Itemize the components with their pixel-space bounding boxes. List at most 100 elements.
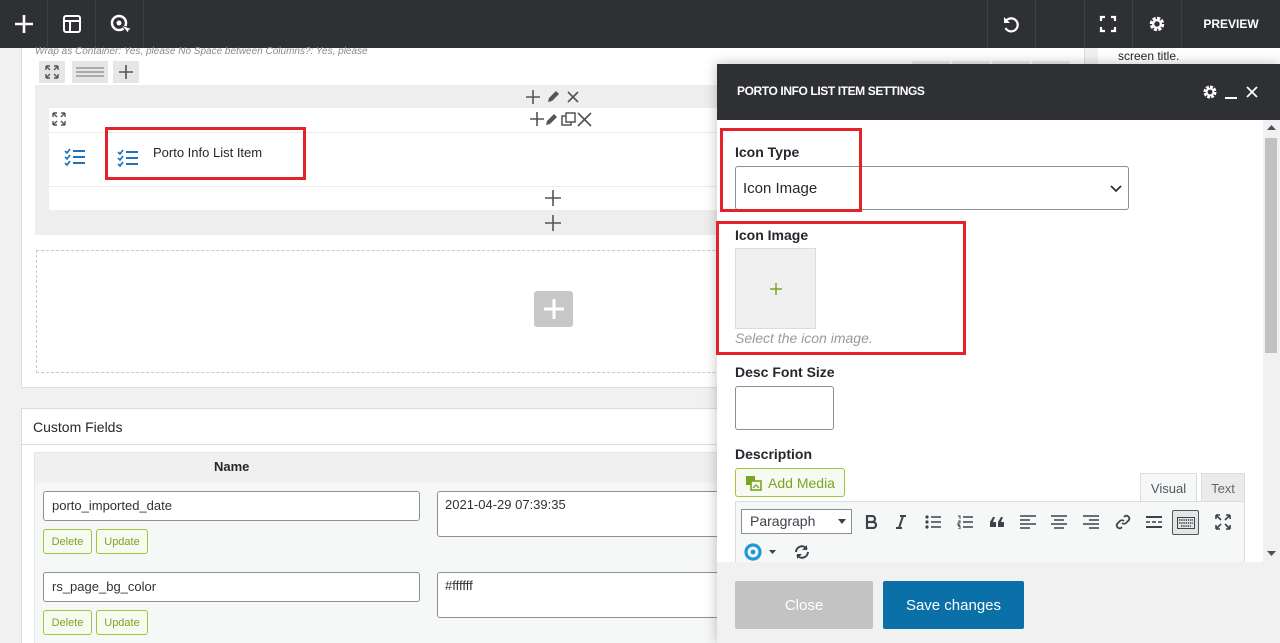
italic-button[interactable] <box>891 512 911 532</box>
scroll-up-icon[interactable] <box>1267 124 1276 130</box>
plus-icon[interactable] <box>526 90 540 104</box>
refresh-icon <box>795 545 809 559</box>
move-icon <box>45 65 59 79</box>
name-column-header: Name <box>214 459 250 474</box>
modal-settings-button[interactable] <box>1201 83 1219 101</box>
modal-title: PORTO INFO LIST ITEM SETTINGS <box>737 84 925 98</box>
tab-text[interactable]: Text <box>1201 473 1245 502</box>
column-controls <box>530 111 594 127</box>
numbered-list-button[interactable] <box>955 512 975 532</box>
bullet-list-button[interactable] <box>923 512 943 532</box>
keyboard-icon <box>1176 516 1195 529</box>
toolbar-toggle-button[interactable] <box>1172 510 1199 535</box>
add-media-button[interactable]: Add Media <box>735 468 845 497</box>
custom-field-value-input[interactable]: 2021-04-29 07:39:35 <box>437 491 737 537</box>
fullscreen-button[interactable] <box>1084 0 1132 48</box>
search-cursor-icon <box>110 14 131 34</box>
insert-link-button[interactable] <box>1113 512 1133 532</box>
format-select-value: Paragraph <box>750 513 816 529</box>
row-move-handle[interactable] <box>39 61 65 83</box>
custom-fields-title: Custom Fields <box>33 419 123 435</box>
plus-icon <box>15 15 33 33</box>
bold-button[interactable] <box>861 512 881 532</box>
minimize-button[interactable] <box>1225 85 1237 99</box>
undo-icon <box>1004 17 1019 33</box>
quote-icon <box>990 517 1004 527</box>
modal-close-button[interactable] <box>1246 86 1258 98</box>
column-move-handle[interactable] <box>52 112 66 126</box>
highlight-box <box>720 128 862 212</box>
update-button[interactable]: Update <box>96 529 148 554</box>
templates-button[interactable] <box>48 0 96 48</box>
refresh-button[interactable] <box>793 544 811 560</box>
caret-down-icon <box>838 519 846 524</box>
plus-icon <box>545 215 561 231</box>
modal-header: PORTO INFO LIST ITEM SETTINGS <box>717 64 1280 120</box>
align-left-button[interactable] <box>1018 512 1038 532</box>
delete-button[interactable]: Delete <box>43 610 92 635</box>
close-icon[interactable] <box>577 112 592 127</box>
align-center-icon <box>1051 515 1067 529</box>
plus-icon <box>543 299 564 319</box>
copy-icon[interactable] <box>561 112 576 126</box>
desc-font-size-label: Desc Font Size <box>735 364 835 380</box>
add-section-button[interactable] <box>534 291 573 327</box>
bold-icon <box>865 515 877 529</box>
align-right-button[interactable] <box>1081 512 1101 532</box>
save-changes-button[interactable]: Save changes <box>883 581 1024 629</box>
row-add-button[interactable] <box>113 61 139 83</box>
custom-field-value-input[interactable]: #ffffff <box>437 572 737 618</box>
minimize-icon <box>1225 97 1237 99</box>
seo-button[interactable] <box>96 0 144 48</box>
media-icon <box>746 475 762 491</box>
bullet-list-icon <box>925 515 941 529</box>
desc-font-size-input[interactable] <box>735 386 834 430</box>
scroll-down-icon[interactable] <box>1267 551 1276 557</box>
plus-icon <box>545 190 561 206</box>
screen-title-text: screen title. <box>1118 49 1180 63</box>
modal-scrollbar[interactable] <box>1263 120 1280 562</box>
chevron-down-icon <box>1110 185 1122 193</box>
pencil-icon[interactable] <box>548 91 559 102</box>
align-left-icon <box>1020 515 1036 529</box>
description-label: Description <box>735 446 813 462</box>
plus-icon[interactable] <box>530 112 544 126</box>
close-icon[interactable] <box>567 91 579 103</box>
delete-button[interactable]: Delete <box>43 529 92 554</box>
read-more-button[interactable] <box>1144 512 1164 532</box>
info-list-icon[interactable] <box>64 148 86 166</box>
columns-icon <box>76 67 104 77</box>
add-media-label: Add Media <box>768 474 835 491</box>
link-icon <box>1115 514 1131 530</box>
scrollbar-thumb[interactable] <box>1265 138 1277 353</box>
target-icon <box>744 543 776 561</box>
preview-button[interactable]: PREVIEW <box>1182 0 1280 48</box>
gear-icon <box>1149 16 1165 32</box>
close-button[interactable]: Close <box>735 581 873 629</box>
highlight-box <box>716 221 966 355</box>
tab-visual[interactable]: Visual <box>1140 473 1197 502</box>
italic-icon <box>896 515 906 529</box>
align-center-button[interactable] <box>1049 512 1069 532</box>
add-element-button[interactable] <box>0 0 48 48</box>
color-picker-button[interactable] <box>744 543 776 561</box>
expand-icon <box>1215 514 1231 530</box>
pencil-icon[interactable] <box>546 114 557 125</box>
distraction-free-button[interactable] <box>1213 512 1233 532</box>
blockquote-button[interactable] <box>987 512 1007 532</box>
undo-button[interactable] <box>987 0 1035 48</box>
numbered-list-icon <box>957 515 973 529</box>
row-layout-button[interactable] <box>72 61 108 83</box>
custom-field-key-input[interactable]: rs_page_bg_color <box>43 572 420 602</box>
top-toolbar: PREVIEW <box>0 0 1280 48</box>
fullscreen-icon <box>1099 15 1117 33</box>
update-button[interactable]: Update <box>96 610 148 635</box>
format-select[interactable]: Paragraph <box>741 509 852 534</box>
gear-icon <box>1203 85 1217 99</box>
settings-button[interactable] <box>1133 0 1181 48</box>
custom-field-key-input[interactable]: porto_imported_date <box>43 491 420 521</box>
add-element-button[interactable] <box>545 190 561 206</box>
close-icon <box>1246 86 1258 98</box>
add-row-button[interactable] <box>545 215 561 231</box>
read-more-icon <box>1146 516 1162 528</box>
